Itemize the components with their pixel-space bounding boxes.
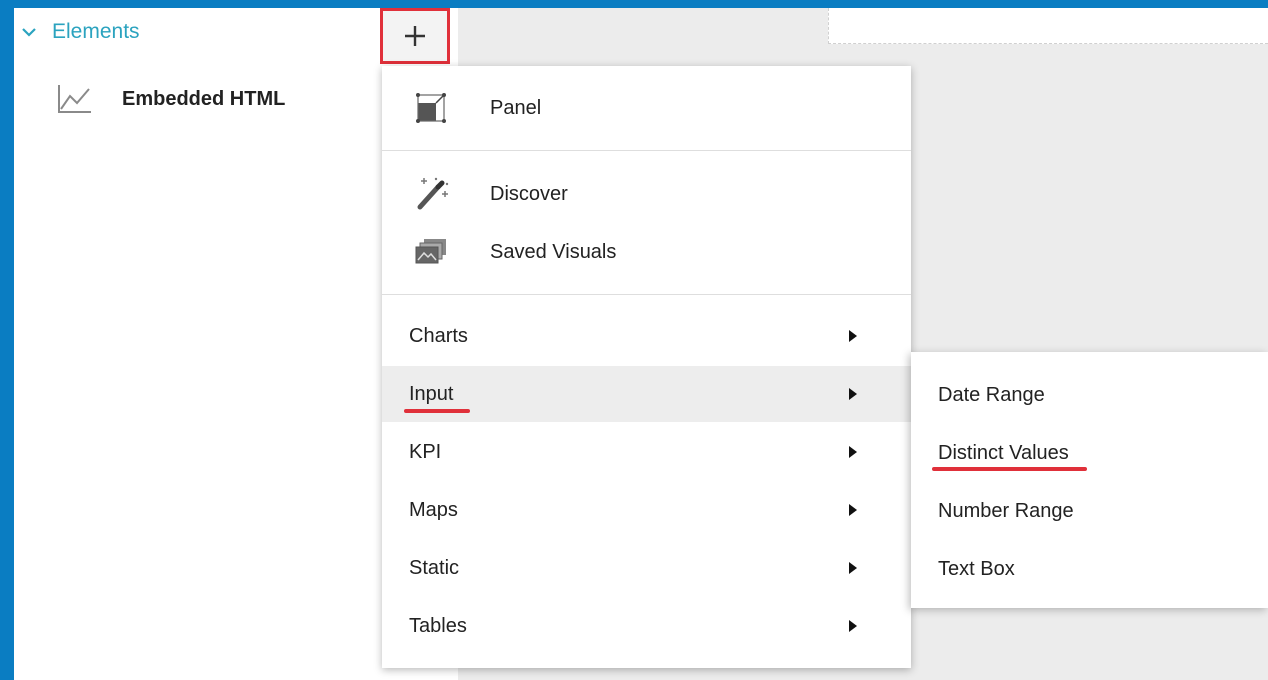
menu-item-label: Discover	[490, 182, 568, 205]
caret-right-icon	[848, 503, 858, 517]
menu-item-input[interactable]: Input	[382, 366, 911, 422]
line-chart-icon	[58, 85, 91, 113]
menu-item-label: Tables	[409, 614, 467, 637]
caret-right-icon	[848, 387, 858, 401]
menu-item-maps[interactable]: Maps	[382, 482, 911, 538]
sidebar-item-label: Embedded HTML	[122, 87, 286, 110]
menu-item-label: KPI	[409, 440, 442, 463]
input-submenu: Date Range Distinct Values Number Range …	[911, 352, 1268, 608]
menu-item-label: Saved Visuals	[490, 240, 617, 263]
menu-item-charts[interactable]: Charts	[382, 308, 911, 364]
submenu-item-label: Distinct Values	[938, 441, 1069, 464]
input-highlight-underline	[404, 409, 470, 413]
submenu-item-label: Date Range	[938, 383, 1045, 406]
chevron-down-icon	[22, 28, 36, 37]
menu-item-label: Input	[409, 382, 454, 405]
distinct-values-highlight-underline	[932, 467, 1087, 471]
menu-item-kpi[interactable]: KPI	[382, 424, 911, 480]
panel-icon	[412, 89, 450, 127]
menu-item-label: Static	[409, 556, 460, 579]
menu-item-label: Maps	[409, 498, 458, 521]
plus-icon	[405, 26, 425, 46]
add-element-button[interactable]	[380, 8, 450, 64]
menu-item-panel[interactable]: Panel	[382, 82, 911, 134]
submenu-item-number-range[interactable]: Number Range	[911, 484, 1268, 538]
elements-section-title: Elements	[52, 20, 140, 43]
caret-right-icon	[848, 561, 858, 575]
elements-section-header[interactable]: Elements	[20, 18, 140, 46]
caret-right-icon	[848, 619, 858, 633]
menu-item-saved-visuals[interactable]: Saved Visuals	[382, 226, 911, 278]
add-element-menu: Panel Discover Saved Visuals Charts Inpu…	[382, 66, 911, 668]
menu-item-static[interactable]: Static	[382, 540, 911, 596]
menu-item-tables[interactable]: Tables	[382, 598, 911, 654]
submenu-item-date-range[interactable]: Date Range	[911, 368, 1268, 422]
submenu-item-label: Number Range	[938, 499, 1074, 522]
caret-right-icon	[848, 445, 858, 459]
submenu-item-label: Text Box	[938, 557, 1015, 580]
menu-item-label: Charts	[409, 324, 468, 347]
menu-divider	[382, 294, 911, 295]
menu-divider	[382, 150, 911, 151]
caret-right-icon	[848, 329, 858, 343]
magic-wand-icon	[412, 175, 450, 213]
sidebar-item-embedded-html[interactable]: Embedded HTML	[56, 82, 285, 116]
menu-item-discover[interactable]: Discover	[382, 168, 911, 220]
saved-visuals-icon	[412, 233, 450, 271]
canvas-placeholder-strip	[828, 8, 1268, 44]
submenu-item-distinct-values[interactable]: Distinct Values	[911, 426, 1268, 480]
menu-item-label: Panel	[490, 96, 542, 119]
submenu-item-text-box[interactable]: Text Box	[911, 542, 1268, 596]
